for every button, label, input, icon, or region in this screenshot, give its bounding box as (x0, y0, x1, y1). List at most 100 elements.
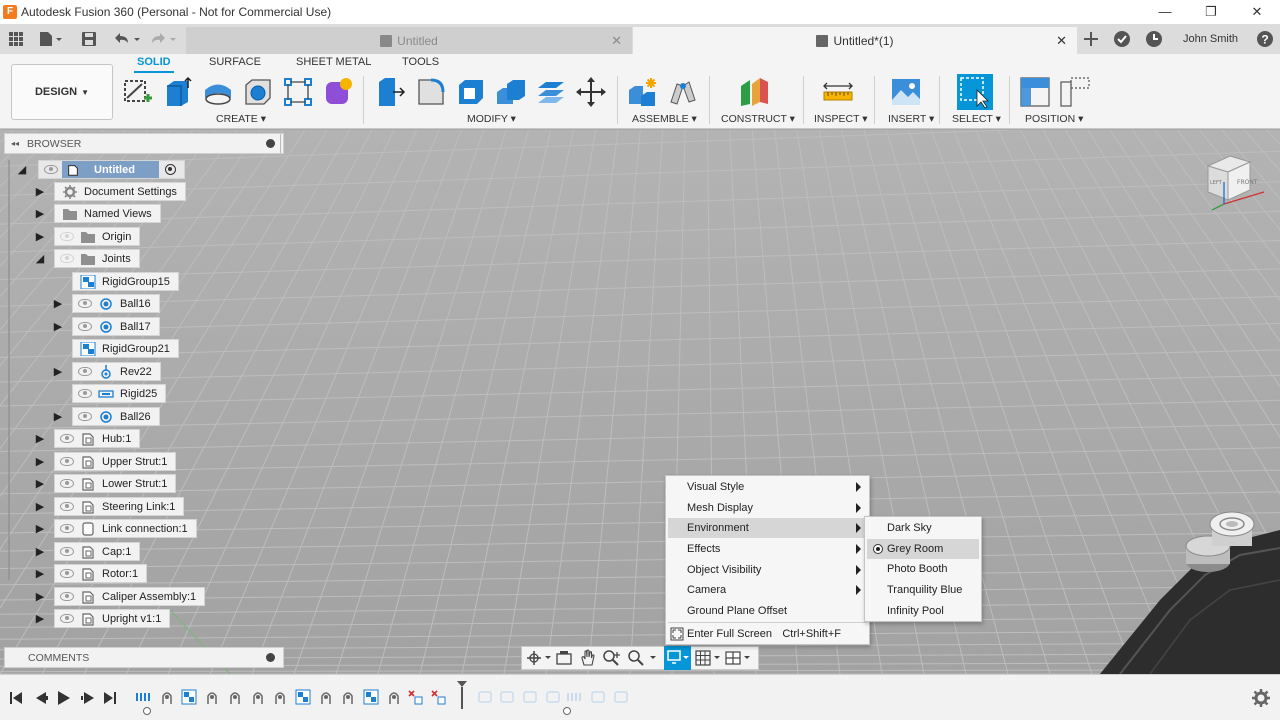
visibility-eye-icon[interactable] (60, 254, 74, 263)
visibility-eye-icon[interactable] (60, 502, 74, 511)
fillet-icon[interactable] (415, 76, 447, 108)
menu-item-effects[interactable]: Effects (668, 539, 867, 559)
restore-button[interactable]: ❐ (1188, 0, 1234, 24)
browser-item-rigidgroup21[interactable]: RigidGroup21 (52, 339, 179, 358)
pattern-icon[interactable] (282, 76, 314, 108)
browser-item-document-settings[interactable]: ▶ Document Settings (34, 182, 186, 201)
browser-item-hub-1[interactable]: ▶ Hub:1 (34, 429, 141, 448)
fit-zoom-window-icon[interactable] (626, 649, 658, 667)
environment-option-photo-booth[interactable]: Photo Booth (867, 559, 979, 579)
browser-item-pill[interactable]: Rotor:1 (54, 564, 148, 583)
timeline-track[interactable] (135, 681, 635, 715)
orbit-icon[interactable] (526, 650, 552, 666)
browser-item-rev22[interactable]: ▶ Rev22 (52, 362, 161, 381)
timeline-feature-ball-icon[interactable] (317, 689, 335, 708)
expand-arrow-icon[interactable]: ▶ (52, 294, 64, 313)
timeline-feature-rigid-icon[interactable] (180, 689, 198, 708)
add-comment-icon[interactable] (266, 653, 275, 662)
visibility-eye-icon[interactable] (78, 367, 92, 376)
browser-item-pill[interactable]: RigidGroup21 (72, 339, 179, 358)
expand-arrow-icon[interactable]: ▶ (34, 204, 46, 223)
group-construct[interactable]: CONSTRUCT ▾ (721, 113, 795, 125)
enter-full-screen-item[interactable]: Enter Full Screen Ctrl+Shift+F (668, 624, 867, 644)
visibility-eye-icon[interactable] (60, 479, 74, 488)
browser-item-origin[interactable]: ▶ Origin (34, 227, 141, 246)
expand-arrow-icon[interactable]: ▶ (34, 564, 46, 583)
expand-arrow-icon[interactable]: ▶ (34, 587, 46, 606)
menu-item-visual-style[interactable]: Visual Style (668, 477, 867, 497)
browser-item-pill[interactable]: Ball26 (72, 407, 160, 426)
create-form-icon[interactable] (322, 76, 354, 108)
expand-arrow-icon[interactable]: ▶ (34, 429, 46, 448)
move-copy-icon[interactable] (575, 76, 607, 108)
expand-arrow-icon[interactable]: ▶ (34, 497, 46, 516)
browser-item-rigid25[interactable]: Rigid25 (52, 384, 167, 403)
new-component-icon[interactable] (627, 76, 659, 108)
hole-icon[interactable] (242, 76, 274, 108)
browser-item-joints[interactable]: ◢ Joints (34, 249, 140, 268)
browser-item-pill[interactable]: Link connection:1 (54, 519, 197, 538)
expand-arrow-icon[interactable]: ▶ (34, 542, 46, 561)
expand-arrow-icon[interactable]: ▶ (52, 362, 64, 381)
expand-arrow-icon[interactable]: ▶ (34, 182, 46, 201)
visibility-eye-icon[interactable] (60, 592, 74, 601)
visibility-eye-icon[interactable] (60, 524, 74, 533)
visibility-eye-icon[interactable] (78, 412, 92, 421)
root-component-pill[interactable]: Untitled (38, 160, 185, 179)
expand-arrow-icon[interactable]: ▶ (34, 452, 46, 471)
timeline-feature-ghost-icon[interactable] (498, 689, 516, 708)
select-icon[interactable] (957, 74, 993, 110)
browser-item-link-connection-1[interactable]: ▶ Link connection:1 (34, 519, 197, 538)
menu-item-environment[interactable]: Environment (668, 518, 867, 538)
zoom-icon[interactable] (602, 649, 622, 667)
pin-panel-icon[interactable] (266, 139, 275, 148)
browser-item-rotor-1[interactable]: ▶ Rotor:1 (34, 564, 148, 583)
save-icon[interactable] (81, 24, 97, 54)
browser-item-pill[interactable]: Ball17 (72, 317, 160, 336)
timeline-feature-ball-icon[interactable] (226, 689, 244, 708)
visibility-eye-icon[interactable] (60, 457, 74, 466)
browser-item-upper-strut-1[interactable]: ▶ Upper Strut:1 (34, 452, 177, 471)
browser-item-pill[interactable]: Cap:1 (54, 542, 141, 561)
browser-item-steering-link-1[interactable]: ▶ Steering Link:1 (34, 497, 185, 516)
capture-position-icon[interactable] (1019, 76, 1051, 108)
timeline-feature-marker-icon[interactable] (453, 681, 471, 712)
browser-item-ball16[interactable]: ▶ Ball16 (52, 294, 160, 313)
visibility-eye-icon[interactable] (60, 434, 74, 443)
app-grid-icon[interactable] (8, 24, 24, 54)
timeline-feature-ball-icon[interactable] (158, 689, 176, 708)
redo-icon[interactable] (148, 24, 178, 54)
go-to-end-icon[interactable] (104, 692, 116, 704)
browser-item-named-views[interactable]: ▶ Named Views (34, 204, 161, 223)
collapse-arrow-icon[interactable]: ◢ (16, 160, 28, 179)
browser-item-pill[interactable]: Upright v1:1 (54, 609, 171, 628)
expand-arrow-icon[interactable]: ◢ (34, 249, 46, 268)
tab-sheet-metal[interactable]: SHEET METAL (296, 56, 371, 68)
document-tab-active[interactable]: Untitled*(1) ✕ (633, 27, 1077, 54)
browser-item-pill[interactable]: Rigid25 (72, 384, 167, 403)
joint-icon[interactable] (667, 76, 699, 108)
timeline-feature-rigid-icon[interactable] (362, 689, 380, 708)
browser-item-pill[interactable]: RigidGroup15 (72, 272, 179, 291)
environment-option-tranquility-blue[interactable]: Tranquility Blue (867, 580, 979, 600)
visibility-eye-icon[interactable] (78, 322, 92, 331)
insert-image-icon[interactable] (890, 76, 922, 108)
browser-item-cap-1[interactable]: ▶ Cap:1 (34, 542, 141, 561)
browser-item-pill[interactable]: Caliper Assembly:1 (54, 587, 206, 606)
display-settings-button[interactable] (664, 646, 691, 670)
timeline-feature-ball-icon[interactable] (203, 689, 221, 708)
offset-face-icon[interactable] (535, 76, 567, 108)
undo-icon[interactable] (112, 24, 142, 54)
browser-item-pill[interactable]: Origin (54, 227, 141, 246)
timeline-feature-ghost-icon[interactable] (612, 689, 630, 708)
group-inspect[interactable]: INSPECT ▾ (814, 113, 868, 125)
new-tab-icon[interactable] (1082, 24, 1100, 54)
timeline-feature-ghost-icon[interactable] (476, 689, 494, 708)
group-select[interactable]: SELECT ▾ (952, 113, 1001, 125)
look-at-icon[interactable] (555, 650, 573, 666)
group-insert[interactable]: INSERT ▾ (888, 113, 934, 125)
shell-icon[interactable] (455, 76, 487, 108)
browser-item-pill[interactable]: Lower Strut:1 (54, 474, 177, 493)
timeline-feature-ghost-icon[interactable] (589, 689, 607, 708)
visibility-eye-icon[interactable] (78, 389, 92, 398)
